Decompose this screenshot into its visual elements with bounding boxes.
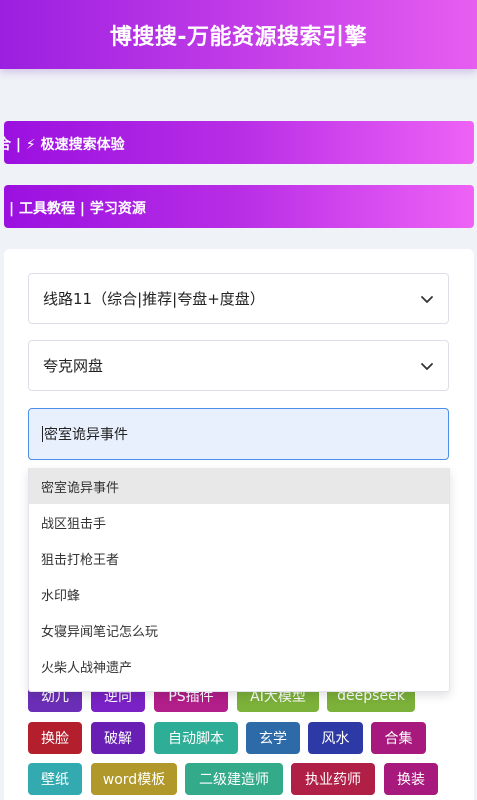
tag-button[interactable]: 玄学	[246, 722, 300, 754]
tag-label: word模板	[102, 772, 166, 788]
promo-banner-speed[interactable]: 合 | ⚡ 极速搜索体验	[4, 121, 474, 164]
tag-label: 自动脚本	[168, 731, 224, 747]
tag-button[interactable]: 自动脚本	[154, 722, 238, 754]
disk-select[interactable]: 夸克网盘	[28, 340, 449, 391]
tag-button[interactable]: 执业药师	[291, 763, 375, 795]
autocomplete-dropdown: 密室诡异事件 战区狙击手 狙击打枪王者 水印蜂 女寝异闻笔记怎么玩 火柴人战神遗…	[28, 468, 450, 692]
search-input[interactable]: 密室诡异事件	[28, 408, 449, 460]
suggestion-item[interactable]: 女寝异闻笔记怎么玩	[29, 612, 449, 648]
suggestion-item[interactable]: 水印蜂	[29, 576, 449, 612]
tag-label: 玄学	[259, 731, 287, 747]
suggestion-item[interactable]: 密室诡异事件	[29, 468, 449, 504]
tag-button[interactable]: 换脸	[28, 722, 82, 754]
disk-select-value: 夸克网盘	[43, 357, 104, 375]
suggestion-item[interactable]: 火柴人战神遗产	[29, 648, 449, 684]
promo-banner-tutorials[interactable]: | 工具教程 | 学习资源	[4, 185, 474, 228]
chevron-down-icon	[421, 363, 433, 370]
tag-button[interactable]: 二级建造师	[185, 763, 283, 795]
page-title: 博搜搜-万能资源搜索引擎	[109, 24, 368, 50]
tag-label: 破解	[104, 731, 132, 747]
tag-button[interactable]: 合集	[371, 722, 426, 754]
line-select-value: 线路11（综合|推荐|夸盘+度盘）	[43, 290, 265, 308]
chevron-down-icon	[421, 296, 433, 303]
text-caret	[42, 426, 43, 442]
tag-button[interactable]: 破解	[91, 722, 145, 754]
tag-button[interactable]: 换装	[384, 763, 438, 795]
line-select[interactable]: 线路11（综合|推荐|夸盘+度盘）	[28, 273, 449, 324]
suggestion-item[interactable]: 狙击打枪王者	[29, 540, 449, 576]
tag-button[interactable]: 壁纸	[28, 763, 82, 795]
banner-text: | 工具教程 | 学习资源	[9, 201, 146, 217]
tag-button[interactable]: word模板	[91, 763, 177, 795]
app-header: 博搜搜-万能资源搜索引擎	[0, 0, 477, 69]
tag-label: 合集	[384, 731, 413, 747]
banner-text: 合 | ⚡ 极速搜索体验	[4, 137, 125, 153]
tag-label: 换脸	[41, 731, 69, 747]
search-input-value: 密室诡异事件	[44, 427, 128, 443]
tag-label: 二级建造师	[199, 772, 269, 788]
tag-button[interactable]: 风水	[308, 722, 363, 754]
tag-label: 换装	[397, 772, 425, 788]
tag-label: 风水	[321, 731, 350, 747]
suggestion-item[interactable]: 战区狙击手	[29, 504, 449, 540]
tag-label: 执业药师	[305, 772, 361, 788]
tag-label: 壁纸	[41, 772, 69, 788]
